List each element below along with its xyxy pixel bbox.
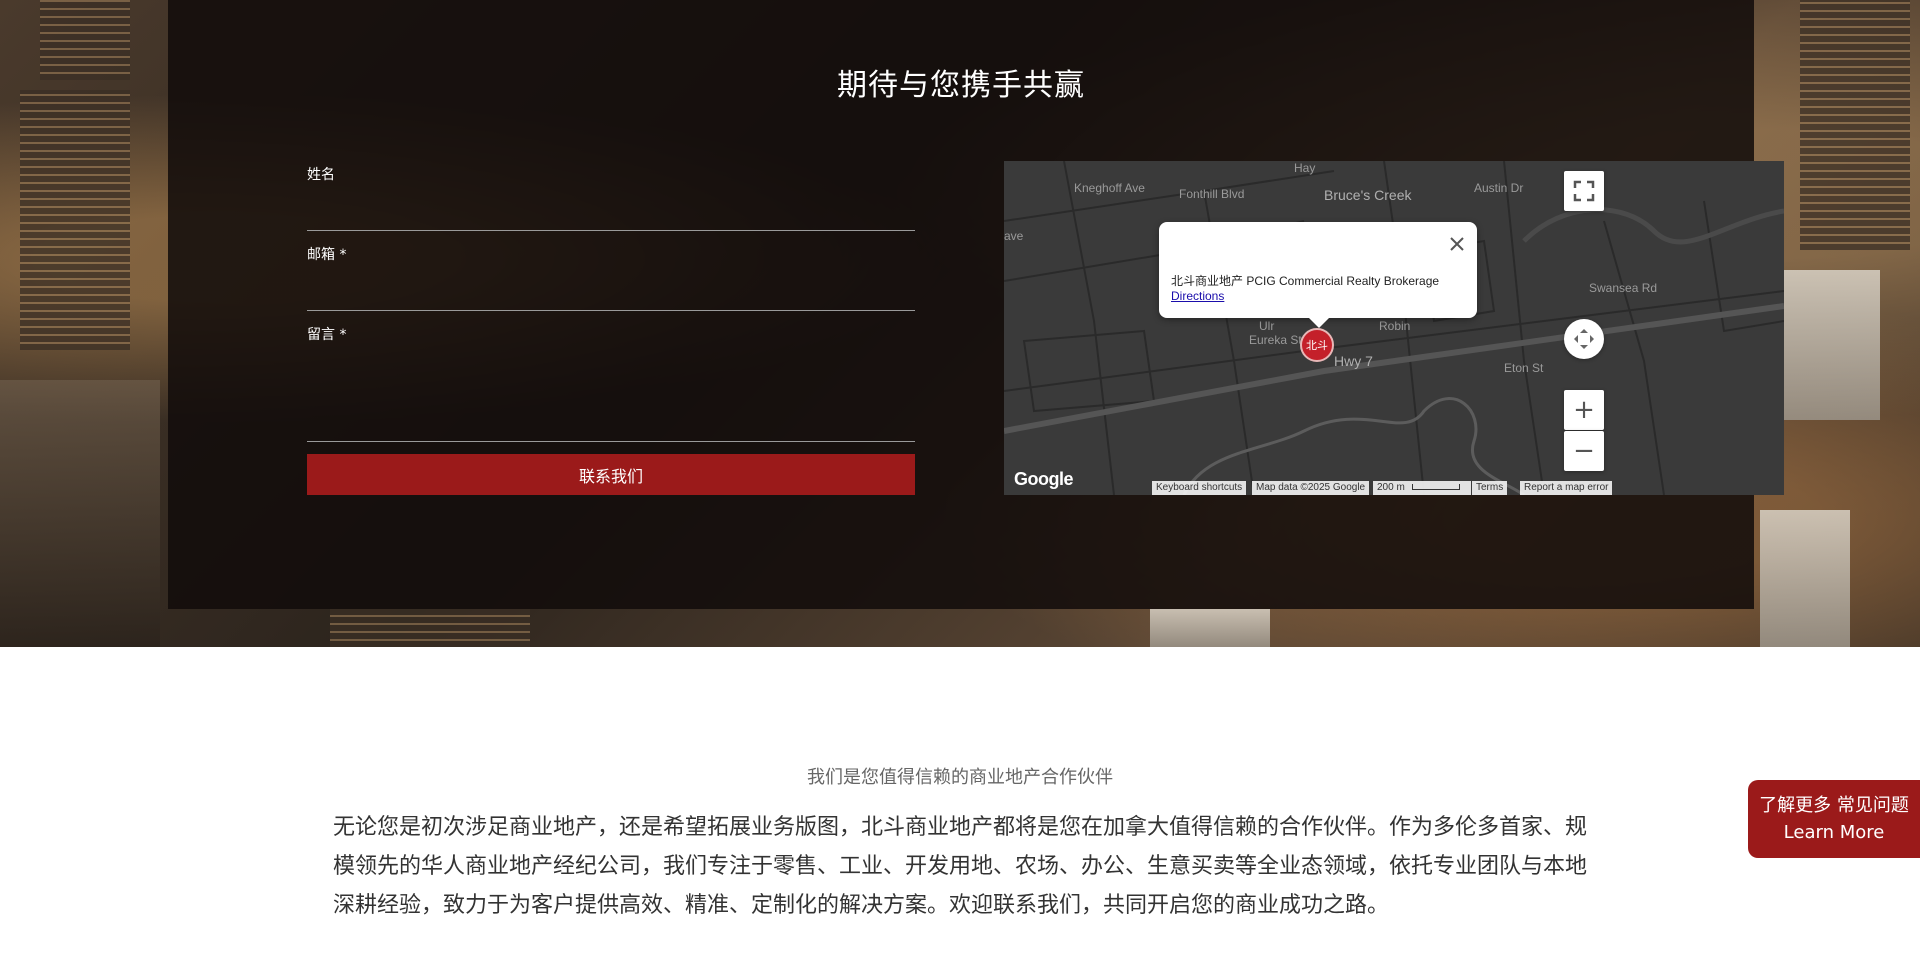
- map-data-attribution: Map data ©2025 Google: [1252, 481, 1370, 495]
- city-building: [20, 90, 130, 350]
- street-label: Hwy 7: [1334, 353, 1373, 369]
- street-label: Bruce's Creek: [1324, 187, 1412, 203]
- zoom-in-button[interactable]: +: [1564, 390, 1604, 430]
- scale-bar: [1411, 484, 1460, 491]
- city-building: [1150, 609, 1270, 647]
- city-building: [1800, 0, 1910, 250]
- report-map-error-link[interactable]: Report a map error: [1520, 481, 1613, 495]
- street-label: Kneghoff Ave: [1074, 181, 1145, 195]
- fullscreen-button[interactable]: [1564, 171, 1604, 211]
- city-building: [0, 380, 160, 647]
- street-label: Fonthill Blvd: [1179, 187, 1245, 201]
- street-label: Robin: [1379, 319, 1411, 333]
- popup-title: 北斗商业地产 PCIG Commercial Realty Brokerage: [1171, 274, 1440, 288]
- name-input[interactable]: [307, 230, 915, 231]
- contact-title: 期待与您携手共赢: [837, 68, 1085, 103]
- map-scale-label: 200 m: [1377, 482, 1405, 493]
- street-label: ave: [1004, 229, 1024, 243]
- about-body: 无论您是初次涉足商业地产，还是希望拓展业务版图，北斗商业地产都将是您在加拿大值得…: [333, 815, 1588, 918]
- move-arrows-icon: [1574, 329, 1594, 349]
- contact-submit-button[interactable]: 联系我们: [307, 454, 915, 495]
- message-label: 留言 *: [307, 327, 347, 343]
- learn-more-line2: Learn More: [1783, 822, 1885, 843]
- street-label: Swansea Rd: [1589, 281, 1658, 295]
- street-label: Austin Dr: [1474, 181, 1524, 195]
- name-label: 姓名: [307, 167, 335, 183]
- email-input[interactable]: [307, 310, 915, 311]
- map-scale: 200 m: [1373, 481, 1471, 495]
- camera-control-button[interactable]: [1564, 319, 1604, 359]
- street-label: Eureka St: [1249, 333, 1302, 347]
- close-icon[interactable]: [1447, 234, 1467, 254]
- message-input[interactable]: [307, 441, 915, 442]
- zoom-out-button[interactable]: −: [1564, 431, 1604, 471]
- directions-link[interactable]: Directions: [1171, 289, 1224, 303]
- google-logo: Google: [1014, 469, 1074, 489]
- city-building: [330, 609, 530, 647]
- location-marker[interactable]: 北斗: [1300, 328, 1334, 362]
- street-label: Hay: [1294, 161, 1316, 175]
- city-building: [1760, 510, 1850, 647]
- keyboard-shortcuts-link[interactable]: Keyboard shortcuts: [1152, 481, 1247, 495]
- street-label: Eton St: [1504, 361, 1544, 375]
- learn-more-button[interactable]: 了解更多 常见问题 Learn More: [1748, 780, 1920, 858]
- about-tagline: 我们是您值得信赖的商业地产合作伙伴: [807, 767, 1113, 788]
- street-label: Ulr: [1259, 319, 1275, 333]
- contact-panel: 期待与您携手共赢 姓名 邮箱 * 留言 * 联系我们 Kneghoff Ave …: [168, 0, 1784, 609]
- fullscreen-icon: [1573, 180, 1595, 202]
- map[interactable]: Kneghoff Ave Fonthill Blvd Bruce's Creek…: [1004, 161, 1784, 495]
- learn-more-line1: 了解更多 常见问题: [1759, 795, 1909, 816]
- terms-link[interactable]: Terms: [1472, 481, 1508, 495]
- email-label: 邮箱 *: [307, 247, 347, 263]
- city-building: [40, 0, 130, 80]
- map-info-popup: 北斗商业地产 PCIG Commercial Realty Brokerage …: [1159, 222, 1477, 328]
